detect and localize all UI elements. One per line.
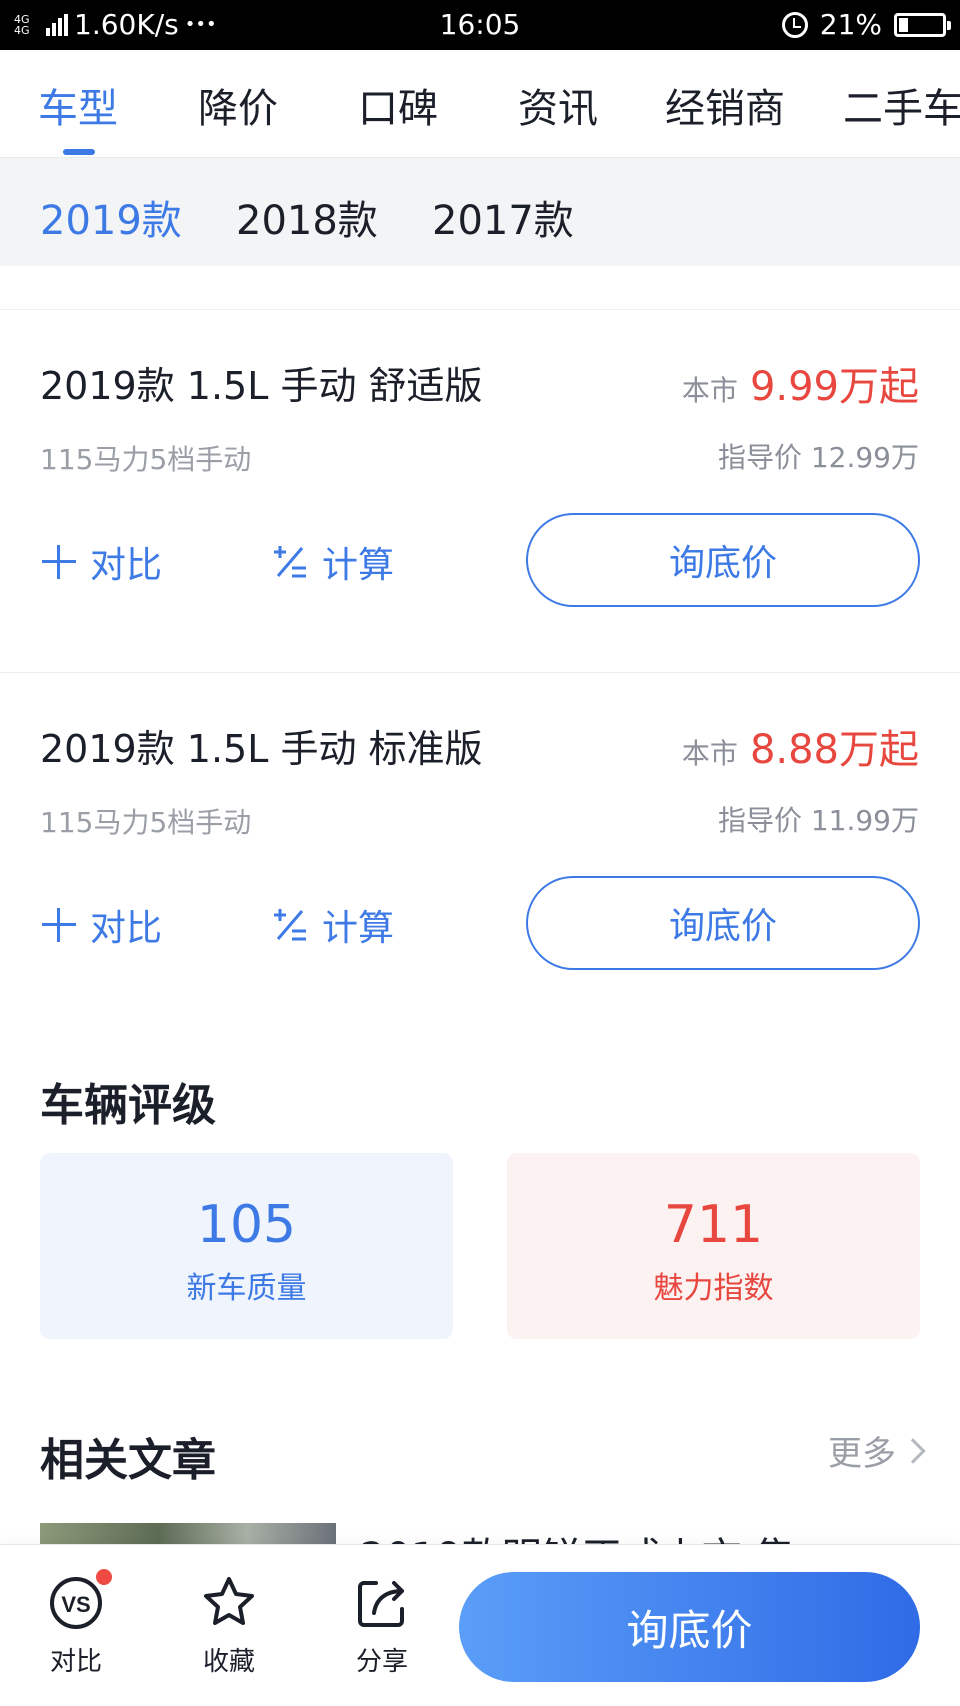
tab-news[interactable]: 资讯 bbox=[518, 76, 598, 134]
chevron-right-icon bbox=[900, 1437, 926, 1464]
bottom-bar: VS 对比 收藏 分享 询底价 bbox=[0, 1544, 960, 1706]
charm-label: 魅力指数 bbox=[653, 1271, 774, 1306]
msrp: 指导价 12.99万 bbox=[717, 441, 919, 474]
calculate-label: 计算 bbox=[322, 908, 395, 949]
share-tab-label: 分享 bbox=[355, 1647, 408, 1677]
trim-spec: 115马力5档手动 bbox=[40, 806, 252, 839]
more-link[interactable]: 更多 bbox=[828, 1426, 926, 1475]
svg-text:VS: VS bbox=[61, 1592, 90, 1617]
battery-percent: 21% bbox=[819, 8, 882, 41]
local-label: 本市 bbox=[681, 737, 738, 770]
charm-rating-card[interactable]: 711 魅力指数 bbox=[507, 1153, 920, 1339]
tab-models[interactable]: 车型 bbox=[38, 76, 118, 134]
compare-tab-label: 对比 bbox=[49, 1647, 102, 1677]
articles-title: 相关文章 bbox=[40, 1435, 216, 1486]
year-2017[interactable]: 2017款 bbox=[432, 188, 574, 246]
compare-label: 对比 bbox=[90, 908, 163, 949]
tab-price-cut[interactable]: 降价 bbox=[198, 76, 278, 134]
plus-icon bbox=[42, 545, 76, 579]
year-2018[interactable]: 2018款 bbox=[236, 188, 378, 246]
compare-label: 对比 bbox=[90, 545, 163, 586]
status-bar: 4G 4G 1.60K/s ••• 16:05 21% bbox=[0, 0, 960, 50]
star-icon bbox=[199, 1573, 259, 1633]
price-line: 本市 9.99万起 bbox=[682, 354, 919, 412]
quality-rating-card[interactable]: 105 新车质量 bbox=[40, 1153, 453, 1339]
quality-label: 新车质量 bbox=[186, 1271, 307, 1306]
inquiry-button[interactable]: 询底价 bbox=[526, 513, 920, 607]
calculate-button[interactable]: 计算 bbox=[272, 536, 394, 588]
rating-title: 车辆评级 bbox=[40, 1080, 216, 1131]
favorite-tab-label: 收藏 bbox=[202, 1647, 255, 1677]
plus-icon bbox=[42, 908, 76, 942]
calculate-button[interactable]: 计算 bbox=[272, 899, 394, 951]
trim-card: 2019款 1.5L 手动 标准版 本市 8.88万起 115马力5档手动 指导… bbox=[0, 672, 960, 1017]
inquiry-cta-button[interactable]: 询底价 bbox=[459, 1572, 920, 1682]
tab-dealers[interactable]: 经销商 bbox=[665, 76, 785, 134]
local-price: 8.88万起 bbox=[749, 727, 919, 773]
vs-icon: VS bbox=[46, 1569, 112, 1633]
trim-name[interactable]: 2019款 1.5L 手动 标准版 bbox=[40, 718, 483, 773]
quality-score: 105 bbox=[196, 1195, 297, 1255]
notification-dot bbox=[96, 1569, 112, 1585]
year-2019[interactable]: 2019款 bbox=[40, 188, 182, 246]
calc-icon bbox=[274, 909, 306, 941]
battery-icon bbox=[894, 12, 951, 37]
alarm-icon bbox=[781, 11, 808, 38]
local-label: 本市 bbox=[681, 374, 738, 407]
price-line: 本市 8.88万起 bbox=[682, 717, 919, 775]
share-icon bbox=[352, 1573, 412, 1633]
compare-button[interactable]: 对比 bbox=[42, 899, 162, 951]
share-tab[interactable]: 分享 bbox=[337, 1573, 427, 1678]
tab-reviews[interactable]: 口碑 bbox=[358, 76, 438, 134]
year-filter: 2019款 2018款 2017款 bbox=[0, 158, 960, 266]
msrp: 指导价 11.99万 bbox=[717, 804, 919, 837]
favorite-tab[interactable]: 收藏 bbox=[184, 1573, 274, 1678]
calc-icon bbox=[274, 546, 306, 578]
trim-name[interactable]: 2019款 1.5L 手动 舒适版 bbox=[40, 355, 483, 410]
charm-score: 711 bbox=[663, 1195, 764, 1255]
tab-indicator bbox=[63, 149, 95, 155]
status-right: 21% bbox=[781, 8, 951, 41]
inquiry-button[interactable]: 询底价 bbox=[526, 876, 920, 970]
compare-tab[interactable]: VS 对比 bbox=[31, 1569, 121, 1678]
tab-used-cars[interactable]: 二手车 bbox=[843, 76, 960, 134]
calculate-label: 计算 bbox=[322, 545, 395, 586]
local-price: 9.99万起 bbox=[749, 364, 919, 410]
trim-spec: 115马力5档手动 bbox=[40, 443, 252, 476]
compare-button[interactable]: 对比 bbox=[42, 536, 162, 588]
top-tabs: 车型 降价 口碑 资讯 经销商 二手车 bbox=[0, 50, 960, 158]
more-label: 更多 bbox=[828, 1434, 896, 1474]
trim-card: 2019款 1.5L 手动 舒适版 本市 9.99万起 115马力5档手动 指导… bbox=[0, 309, 960, 672]
